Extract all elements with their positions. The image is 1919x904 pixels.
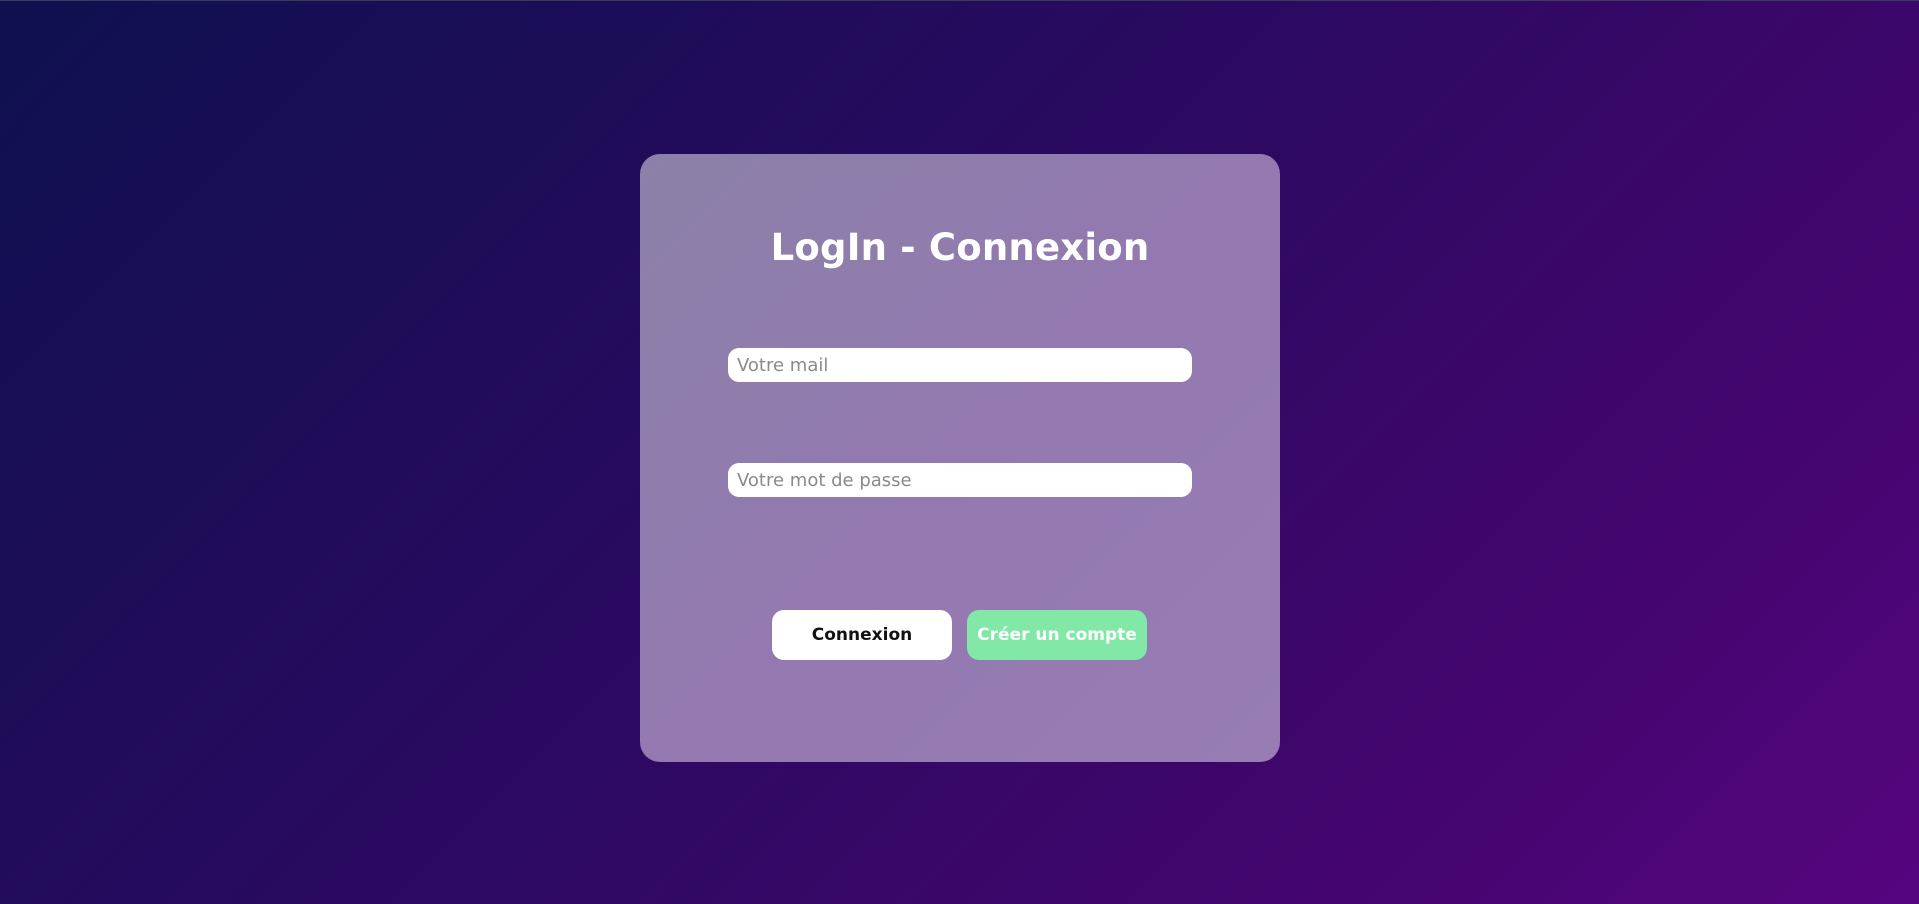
password-input[interactable] [728,463,1192,497]
email-input[interactable] [728,348,1192,382]
create-account-button[interactable]: Créer un compte [967,610,1147,660]
login-title: LogIn - Connexion [770,226,1150,269]
login-button[interactable]: Connexion [772,610,952,660]
login-card: LogIn - Connexion Connexion Créer un com… [640,154,1280,762]
